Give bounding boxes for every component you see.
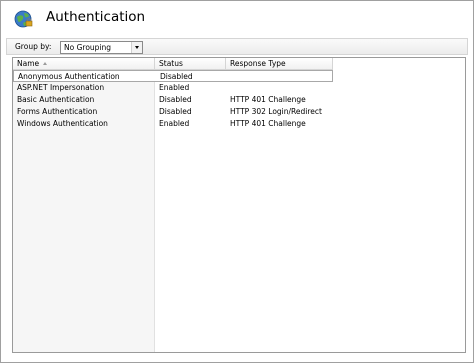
group-by-value: No Grouping <box>64 43 112 52</box>
row-name: Basic Authentication <box>17 95 95 104</box>
group-by-label: Group by: <box>15 42 52 51</box>
authentication-list[interactable]: Name Status Response Type Anonymous Auth… <box>12 57 466 353</box>
table-row[interactable]: ASP.NET Impersonation Enabled <box>13 82 333 94</box>
row-status: Enabled <box>159 119 190 128</box>
row-name: ASP.NET Impersonation <box>17 83 105 92</box>
column-header-status-label: Status <box>159 59 183 68</box>
table-row[interactable]: Anonymous Authentication Disabled <box>13 70 333 82</box>
table-row[interactable]: Windows Authentication Enabled HTTP 401 … <box>13 118 333 130</box>
row-status: Disabled <box>160 72 193 81</box>
row-status: Disabled <box>159 95 192 104</box>
table-row[interactable]: Basic Authentication Disabled HTTP 401 C… <box>13 94 333 106</box>
page-title: Authentication <box>46 9 146 25</box>
row-name: Windows Authentication <box>17 119 108 128</box>
column-header-status[interactable]: Status <box>155 58 226 70</box>
group-by-toolbar: Group by: No Grouping <box>6 38 468 55</box>
row-status: Disabled <box>159 107 192 116</box>
row-name: Forms Authentication <box>17 107 98 116</box>
column-header-name-label: Name <box>17 59 40 68</box>
row-response-type: HTTP 401 Challenge <box>230 95 306 104</box>
globe-lock-icon <box>14 10 33 28</box>
column-header-name[interactable]: Name <box>13 58 155 70</box>
sort-ascending-icon <box>43 62 47 65</box>
row-response-type: HTTP 302 Login/Redirect <box>230 107 322 116</box>
group-by-dropdown[interactable]: No Grouping <box>60 41 143 54</box>
row-name: Anonymous Authentication <box>18 72 120 81</box>
page-header: Authentication <box>1 1 473 35</box>
row-status: Enabled <box>159 83 190 92</box>
column-header-response-type[interactable]: Response Type <box>226 58 333 70</box>
table-row[interactable]: Forms Authentication Disabled HTTP 302 L… <box>13 106 333 118</box>
chevron-down-icon[interactable] <box>131 42 142 53</box>
authentication-panel: Authentication Group by: No Grouping Nam… <box>0 0 474 363</box>
row-response-type: HTTP 401 Challenge <box>230 119 306 128</box>
column-header-response-type-label: Response Type <box>230 59 286 68</box>
